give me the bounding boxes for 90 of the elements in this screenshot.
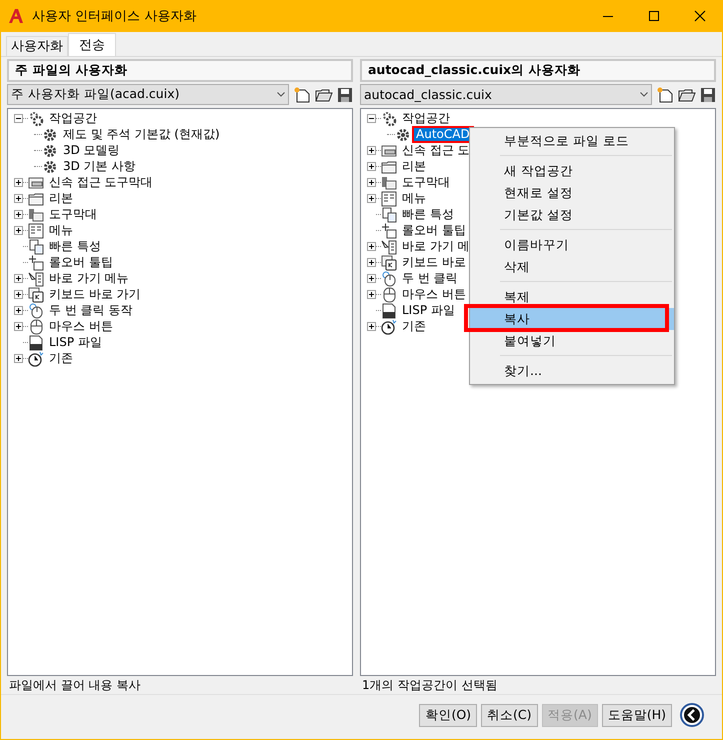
menu-item[interactable]: 기본값 설정	[470, 204, 674, 226]
expand-toggle[interactable]	[14, 210, 23, 220]
tree-item[interactable]: 빠른 특성	[400, 207, 456, 222]
clock-icon	[28, 350, 44, 367]
tree-item[interactable]: 메뉴	[47, 223, 75, 238]
tree-item[interactable]: 기존	[400, 319, 428, 334]
close-icon	[694, 10, 706, 22]
collapse-toggle[interactable]	[14, 114, 23, 124]
menu-item[interactable]: 부분적으로 파일 로드	[470, 130, 674, 152]
tree-item[interactable]: 두 번 클릭 동작	[47, 303, 134, 318]
expand-toggle[interactable]	[14, 322, 23, 332]
tree-item[interactable]: 바로 가기 메뉴	[47, 271, 131, 286]
expand-toggle[interactable]	[14, 194, 23, 204]
window-title: 사용자 인터페이스 사용자화	[32, 8, 198, 25]
mouse-icon	[28, 302, 44, 319]
expand-toggle[interactable]	[14, 306, 23, 316]
tooltip-icon	[28, 254, 44, 271]
tree-item[interactable]: 키보드 바로	[400, 255, 468, 270]
plus-icon	[15, 227, 22, 234]
properties-icon	[28, 238, 44, 255]
plus-icon	[15, 323, 22, 330]
tree-item[interactable]: 마우스 버튼	[400, 287, 468, 302]
gear-icon	[42, 126, 58, 143]
menu-item[interactable]: 새 작업공간	[470, 160, 674, 182]
collapse-button[interactable]	[680, 702, 706, 728]
tree-item[interactable]: 메뉴	[400, 191, 428, 206]
menu-item[interactable]: 이름바꾸기	[470, 234, 674, 256]
cursor-menu-icon	[28, 270, 44, 287]
tree-item[interactable]: 작업공간	[400, 111, 452, 126]
new-file-icon[interactable]	[656, 86, 674, 103]
tree-item[interactable]: 바로 가기 메	[400, 239, 472, 254]
tree-item[interactable]: 도구막대	[400, 175, 452, 190]
lisp-file-icon	[28, 334, 44, 351]
chevron-left-icon	[680, 703, 704, 728]
status-text: 파일에서 끌어 내용 복사	[8, 676, 142, 694]
expand-toggle[interactable]	[14, 354, 23, 364]
menu-item[interactable]: 삭제	[470, 256, 674, 278]
tree-item[interactable]: 작업공간	[47, 111, 99, 126]
mouse-icon	[28, 318, 44, 335]
menu-item[interactable]: 찾기...	[470, 360, 674, 382]
tree-item[interactable]: 키보드 바로 가기	[47, 287, 143, 302]
tab[interactable]: 사용자화	[6, 36, 68, 56]
tree-item[interactable]: 마우스 버튼	[47, 319, 115, 334]
menu-icon	[28, 222, 44, 239]
expand-toggle[interactable]	[14, 274, 23, 284]
status-text: 1개의 작업공간이 선택됨	[361, 676, 498, 694]
tree-item[interactable]: 3D 기본 사항	[61, 159, 138, 174]
tree-item[interactable]: 롤오버 툴팁	[47, 255, 115, 270]
tree-item[interactable]: 기존	[47, 351, 75, 366]
open-folder-icon[interactable]	[678, 86, 696, 103]
plus-icon	[15, 275, 22, 282]
keyboard-key-icon	[28, 286, 44, 303]
tree-item[interactable]: 도구막대	[47, 207, 99, 222]
tree-item[interactable]: 롤오버 툴팁	[400, 223, 468, 238]
tree-item[interactable]: 3D 모델링	[61, 143, 122, 158]
dialog-button[interactable]: 취소(C)	[481, 704, 538, 727]
plus-icon	[15, 307, 22, 314]
menu-item[interactable]: 복제	[470, 286, 674, 308]
tree-item[interactable]: 리본	[400, 159, 428, 174]
window-icon	[28, 174, 44, 191]
plus-icon	[15, 355, 22, 362]
plus-icon	[15, 195, 22, 202]
toolbar-icon	[28, 206, 44, 223]
maximize-icon	[648, 10, 660, 22]
gear-icon	[42, 142, 58, 159]
tab[interactable]: 전송	[68, 32, 116, 56]
expand-toggle[interactable]	[14, 178, 23, 188]
save-icon[interactable]	[700, 86, 716, 103]
expand-toggle[interactable]	[14, 290, 23, 300]
tree-item[interactable]: 빠른 특성	[47, 239, 103, 254]
tree-item[interactable]: AutoCAD	[414, 128, 472, 142]
plus-icon	[15, 291, 22, 298]
folder-icon	[28, 190, 44, 207]
tree-item[interactable]: 두 번 클릭	[400, 271, 460, 286]
tree-item[interactable]: 신속 접근 도구막대	[47, 175, 155, 190]
expand-toggle[interactable]	[14, 226, 23, 236]
plus-icon	[15, 179, 22, 186]
dialog-button[interactable]: 도움말(H)	[602, 704, 672, 727]
app-logo-icon	[8, 8, 24, 24]
tree-item[interactable]: LISP 파일	[47, 335, 104, 350]
tree-item[interactable]: 제도 및 주석 기본값 (현재값)	[61, 127, 222, 142]
menu-item[interactable]: 붙여넣기	[470, 330, 674, 352]
chevron-down-icon	[640, 92, 648, 98]
plus-icon	[15, 211, 22, 218]
tree-item[interactable]: LISP 파일	[400, 303, 457, 318]
tree-item[interactable]: 신속 접근 도	[400, 143, 472, 158]
tree-item[interactable]: 리본	[47, 191, 75, 206]
menu-item[interactable]: 현재로 설정	[470, 182, 674, 204]
dialog-button[interactable]: 확인(O)	[419, 704, 478, 727]
gear-icon	[42, 158, 58, 175]
